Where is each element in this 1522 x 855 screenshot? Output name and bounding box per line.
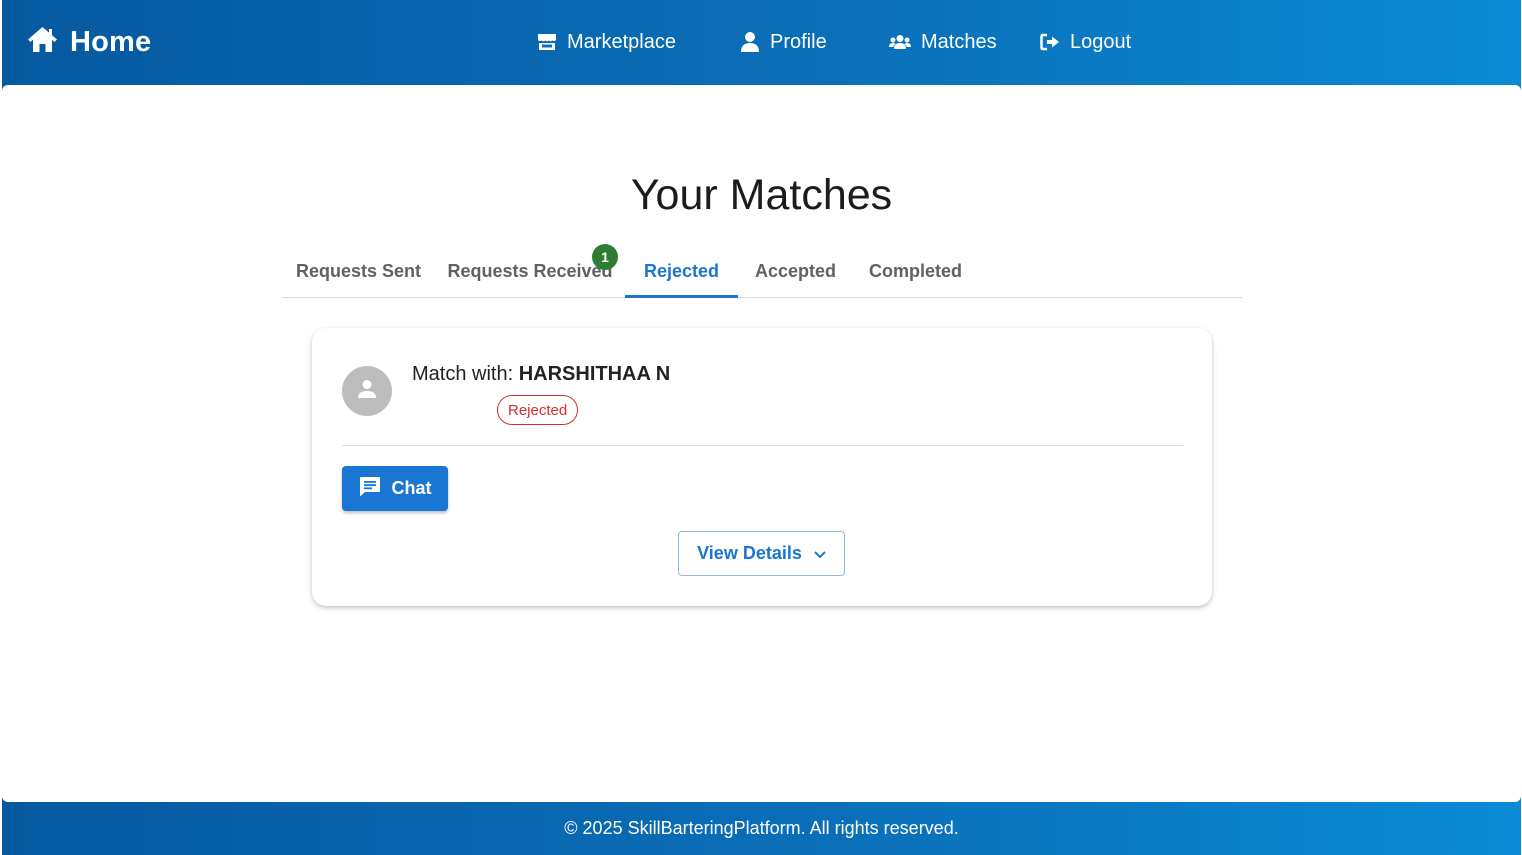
nav-profile-label: Profile [770, 30, 827, 53]
view-details-button[interactable]: View Details [678, 531, 845, 576]
tab-label: Completed [868, 260, 962, 281]
nav-marketplace-label: Marketplace [567, 30, 676, 53]
home-icon [27, 26, 58, 58]
person-icon [356, 378, 378, 405]
match-card: Match with: HARSHITHAA N Rejected Chat V… [312, 328, 1212, 606]
person-icon [740, 31, 760, 53]
home-label: Home [70, 25, 152, 58]
active-tab-indicator [625, 295, 738, 298]
nav-profile[interactable]: Profile [740, 27, 827, 57]
view-details-label: View Details [697, 543, 802, 563]
app-frame: Home Marketplace Profile Matches Logout … [2, 0, 1521, 855]
nav-logout[interactable]: Logout [1040, 27, 1131, 57]
chat-button[interactable]: Chat [342, 466, 448, 511]
nav-logout-label: Logout [1070, 30, 1132, 53]
chevron-down-icon [814, 543, 826, 564]
page-title: Your Matches [630, 171, 893, 219]
tab-requests-sent[interactable]: Requests Sent [282, 245, 435, 297]
tab-accepted[interactable]: Accepted [738, 245, 853, 297]
requests-received-badge: 1 [592, 244, 618, 270]
match-prefix: Match with: [412, 363, 514, 385]
matches-tabs: Requests Sent Requests Received 1 Reject… [282, 244, 1243, 298]
logout-icon [1040, 33, 1060, 51]
nav-matches[interactable]: Matches [889, 27, 997, 57]
tab-label: Rejected [643, 260, 720, 281]
tab-completed[interactable]: Completed [853, 245, 978, 297]
home-link[interactable]: Home [27, 22, 151, 62]
store-icon [537, 33, 557, 51]
tab-label: Accepted [754, 260, 837, 281]
nav-matches-label: Matches [921, 30, 997, 53]
status-badge: Rejected [497, 395, 579, 425]
footer: © 2025 SkillBarteringPlatform. All right… [2, 802, 1521, 855]
chat-button-label: Chat [391, 478, 432, 498]
users-icon [889, 34, 911, 50]
match-title: Match with: HARSHITHAA N [412, 363, 670, 386]
footer-copyright: © 2025 SkillBarteringPlatform. All right… [564, 818, 959, 838]
avatar [342, 366, 392, 416]
tab-rejected[interactable]: Rejected [625, 245, 738, 297]
match-name: HARSHITHAA N [518, 363, 671, 385]
card-divider [342, 445, 1183, 446]
chat-icon [359, 476, 381, 502]
tab-label: Requests Sent [295, 260, 422, 281]
tab-label: Requests Received [447, 260, 613, 281]
top-navbar: Home Marketplace Profile Matches Logout [2, 0, 1521, 85]
nav-marketplace[interactable]: Marketplace [537, 27, 676, 57]
main-content: Your Matches Requests Sent Requests Rece… [2, 85, 1521, 802]
